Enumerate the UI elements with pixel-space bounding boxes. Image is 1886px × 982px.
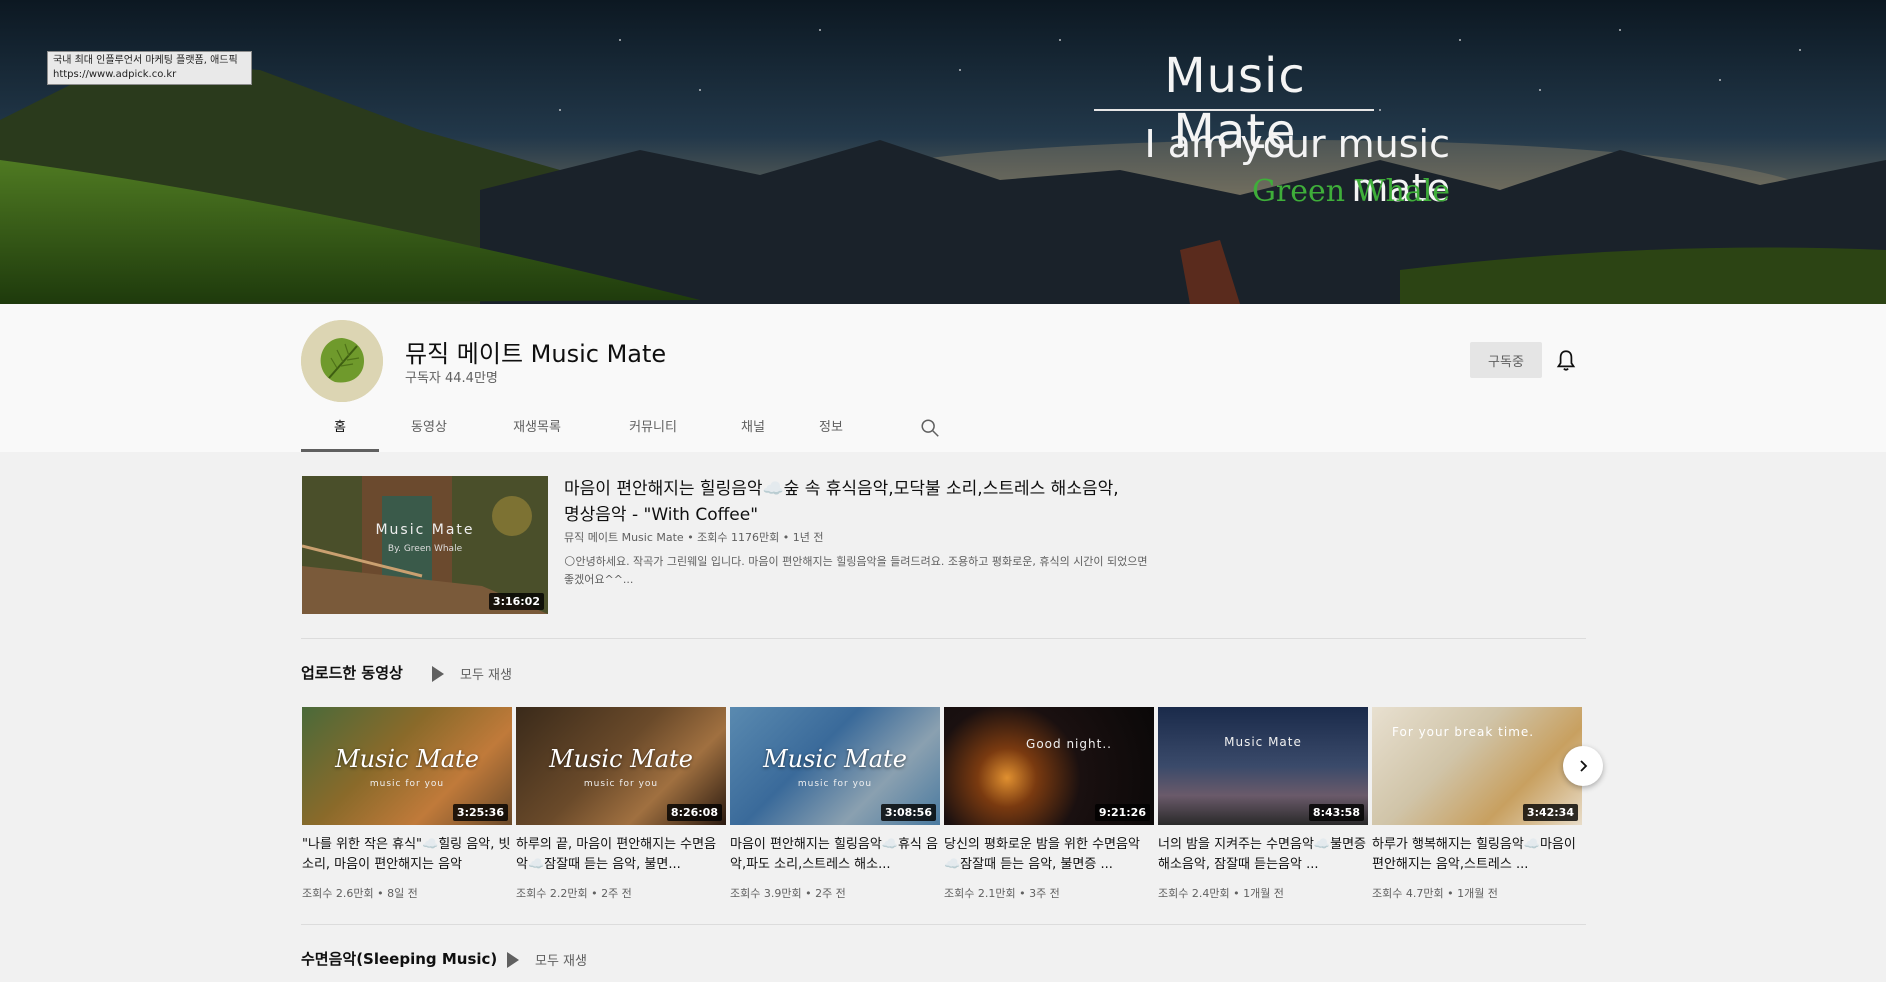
search-icon[interactable] [919,417,941,439]
shelf-next-button[interactable] [1563,746,1603,786]
video-card[interactable]: Music Mate music for you 3:08:56 마음이 편안해… [730,707,940,901]
video-thumbnail[interactable]: Music Mate music for you 3:08:56 [730,707,940,825]
video-duration: 3:25:36 [452,804,508,821]
video-meta: 조회수 2.6만회 • 8일 전 [302,887,418,900]
channel-name: 뮤직 메이트 Music Mate [405,340,667,368]
play-all-label: 모두 재생 [535,954,587,969]
featured-video-thumbnail[interactable]: Music Mate By. Green Whale 3:16:02 [302,476,548,614]
video-card[interactable]: Good night.. 9:21:26 당신의 평화로운 밤을 위한 수면음악… [944,707,1154,901]
video-thumbnail[interactable]: Good night.. 9:21:26 [944,707,1154,825]
thumbnail-subtext: music for you [369,779,445,789]
play-icon [507,951,519,968]
chevron-right-icon [1580,760,1588,772]
thumbnail-subtext: music for you [583,779,659,789]
video-thumbnail[interactable]: Music Mate music for you 8:26:08 [516,707,726,825]
tab-channels[interactable]: 채널 [719,404,787,452]
video-meta: 조회수 2.1만회 • 3주 전 [944,887,1060,900]
video-thumbnail[interactable]: Music Mate music for you 3:25:36 [302,707,512,825]
video-thumbnail[interactable]: Music Mate 8:43:58 [1158,707,1368,825]
play-all-label: 모두 재생 [460,668,512,683]
section-divider [301,638,1586,639]
tooltip-line-1: 국내 최대 인플루언서 마케팅 플랫폼, 애드픽 [53,55,238,66]
video-card[interactable]: For your break time. 3:42:34 하루가 행복해지는 힐… [1372,707,1582,901]
thumbnail-text: Music Mate [1224,735,1302,749]
video-title[interactable]: 너의 밤을 지켜주는 수면음악☁️불면증 해소음악, 잠잘때 듣는음악 ... [1158,835,1368,875]
thumbnail-text: Music Mate [549,745,693,773]
video-duration: 3:42:34 [1522,804,1578,821]
banner-signature: Green Whale [1251,174,1450,209]
featured-title-line-2: 명상음악 - "With Coffee" [564,505,759,525]
tooltip-line-2: https://www.adpick.co.kr [53,69,177,80]
video-card[interactable]: Music Mate 8:43:58 너의 밤을 지켜주는 수면음악☁️불면증 … [1158,707,1368,901]
video-duration: 3:08:56 [880,804,936,821]
video-duration: 9:21:26 [1094,804,1150,821]
subscriber-count: 구독자 44.4만명 [405,371,498,386]
thumbnail-subtext: By. Green Whale [387,544,463,554]
thumbnail-text: For your break time. [1392,725,1535,739]
tab-community[interactable]: 커뮤니티 [603,404,703,452]
thumbnail-text: Music Mate [335,745,479,773]
video-title[interactable]: 하루의 끝, 마음이 편안해지는 수면음악☁️잠잘때 듣는 음악, 불면... [516,835,726,875]
thumbnail-text: Good night.. [1026,737,1112,751]
video-duration: 8:43:58 [1308,804,1364,821]
banner-landscape-image [0,0,1886,304]
thumbnail-text: Music Mate [375,522,475,538]
video-card[interactable]: Music Mate music for you 3:25:36 "나를 위한 … [302,707,512,901]
video-meta: 조회수 4.7만회 • 1개월 전 [1372,887,1498,900]
uploads-section-title[interactable]: 업로드한 동영상 [301,662,403,683]
featured-title-line-1: 마음이 편안해지는 힐링음악☁️숲 속 휴식음악,모닥불 소리,스트레스 해소음… [564,479,1119,499]
play-all-button[interactable]: 모두 재생 [432,664,512,683]
banner-divider [1094,109,1374,111]
video-title[interactable]: 하루가 행복해지는 힐링음악☁️마음이 편안해지는 음악,스트레스 ... [1372,835,1582,875]
thumbnail-text: Music Mate [763,745,907,773]
play-all-button[interactable]: 모두 재생 [507,950,587,969]
video-title[interactable]: 당신의 평화로운 밤을 위한 수면음악☁️잠잘때 듣는 음악, 불면증 ... [944,835,1154,875]
tab-home[interactable]: 홈 [301,404,379,452]
channel-header: 뮤직 메이트 Music Mate 구독자 44.4만명 구독중 홈 동영상 재… [0,304,1886,452]
video-title[interactable]: "나를 위한 작은 휴식"☁️힐링 음악, 빗소리, 마음이 편안해지는 음악 [302,835,512,875]
video-card[interactable]: Music Mate music for you 8:26:08 하루의 끝, … [516,707,726,901]
video-meta: 조회수 2.2만회 • 2주 전 [516,887,632,900]
video-meta: 조회수 2.4만회 • 1개월 전 [1158,887,1284,900]
play-icon [432,665,444,682]
channel-banner: 국내 최대 인플루언서 마케팅 플랫폼, 애드픽 https://www.adp… [0,0,1886,304]
tooltip: 국내 최대 인플루언서 마케팅 플랫폼, 애드픽 https://www.adp… [47,51,252,85]
featured-video-description: 🌕안녕하세요. 작곡가 그린웨일 입니다. 마음이 편안해지는 힐링음악을 들려… [564,553,1164,589]
tab-videos[interactable]: 동영상 [387,404,471,452]
featured-video-meta: 뮤직 메이트 Music Mate • 조회수 1176만회 • 1년 전 [564,531,824,544]
featured-video-title[interactable]: 마음이 편안해지는 힐링음악☁️숲 속 휴식음악,모닥불 소리,스트레스 해소음… [564,476,1164,528]
video-thumbnail[interactable]: For your break time. 3:42:34 [1372,707,1582,825]
video-title[interactable]: 마음이 편안해지는 힐링음악☁️휴식 음악,파도 소리,스트레스 해소... [730,835,940,875]
featured-desc-line-1: 🌕안녕하세요. 작곡가 그린웨일 입니다. 마음이 편안해지는 힐링음악을 들려… [564,555,1148,568]
thumbnail-subtext: music for you [797,779,873,789]
featured-desc-line-2: 좋겠어요^^... [564,573,634,586]
bell-icon[interactable] [1553,348,1579,374]
tab-about[interactable]: 정보 [803,404,859,452]
sleeping-music-section-title[interactable]: 수면음악(Sleeping Music) [301,948,497,969]
subscribed-button[interactable]: 구독중 [1470,342,1542,378]
video-duration: 3:16:02 [488,593,544,610]
tab-playlists[interactable]: 재생목록 [487,404,587,452]
leaf-icon [301,320,383,402]
video-meta: 조회수 3.9만회 • 2주 전 [730,887,846,900]
section-divider [301,924,1586,925]
channel-avatar[interactable] [301,320,383,402]
video-duration: 8:26:08 [666,804,722,821]
